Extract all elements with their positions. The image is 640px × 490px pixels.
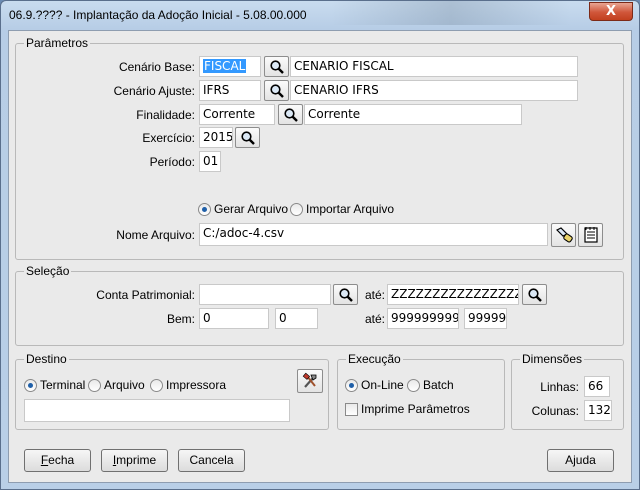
execucao-batch-radio[interactable] [407, 379, 420, 392]
linhas-label: Linhas: [540, 380, 579, 394]
configure-printer-button[interactable] [297, 369, 323, 393]
magnifier-icon [528, 288, 542, 302]
cenario-ajuste-input[interactable]: IFRS [199, 80, 261, 101]
destino-terminal-radio[interactable] [24, 379, 37, 392]
imprime-parametros-checkbox[interactable] [345, 403, 358, 416]
notepad-icon [584, 227, 598, 243]
exercicio-search-button[interactable] [235, 127, 260, 148]
exercicio-label: Exercício: [142, 131, 195, 145]
conta-to-search-button[interactable] [522, 284, 547, 305]
cenario-base-search-button[interactable] [264, 56, 289, 77]
dialog-body: Parâmetros Cenário Base: FISCAL CENARIO … [8, 30, 632, 483]
conta-patrimonial-label: Conta Patrimonial: [96, 288, 195, 302]
destino-impressora-radio[interactable] [150, 379, 163, 392]
exercicio-input[interactable]: 2015 [199, 127, 233, 148]
fecha-label-rest: echa [48, 453, 75, 467]
ajuda-button[interactable]: Ajuda [547, 449, 614, 472]
cenario-base-label: Cenário Base: [118, 60, 195, 74]
cenario-ajuste-description: CENARIO IFRS [290, 80, 578, 101]
imprime-button[interactable]: Imprime [101, 449, 168, 472]
magnifier-icon [241, 131, 255, 145]
colunas-label: Colunas: [531, 404, 579, 418]
finalidade-label: Finalidade: [136, 108, 195, 122]
conta-patrimonial-from-input[interactable] [199, 284, 331, 305]
title-glass [331, 1, 571, 25]
execucao-online-label[interactable]: On-Line [361, 378, 404, 392]
periodo-input[interactable]: 01 [199, 151, 221, 172]
cenario-base-description: CENARIO FISCAL [290, 56, 578, 77]
destino-terminal-label[interactable]: Terminal [40, 378, 85, 392]
imprime-label-rest: mprime [116, 453, 157, 467]
magnifier-icon [339, 288, 353, 302]
close-button[interactable]: X [589, 2, 633, 21]
destino-arquivo-label[interactable]: Arquivo [104, 378, 145, 392]
window-title: 06.9.???? - Implantação da Adoção Inicia… [9, 8, 307, 22]
bem-from-2-input[interactable]: 0 [275, 308, 318, 329]
periodo-label: Período: [149, 155, 195, 169]
nome-arquivo-input[interactable]: C:/adoc-4.csv [199, 223, 548, 246]
cenario-base-input[interactable]: FISCAL [199, 56, 261, 77]
bem-label: Bem: [166, 312, 195, 326]
finalidade-input[interactable]: Corrente [199, 104, 275, 125]
conta-patrimonial-to-input[interactable]: ZZZZZZZZZZZZZZZZ [387, 284, 519, 305]
execucao-legend: Execução [348, 352, 401, 366]
cenario-base-value: FISCAL [203, 59, 247, 73]
magnifier-icon [284, 108, 298, 122]
title-bar[interactable]: 06.9.???? - Implantação da Adoção Inicia… [1, 1, 639, 29]
dimensoes-legend: Dimensões [522, 352, 583, 366]
tools-icon [302, 372, 317, 388]
bem-from-1-input[interactable]: 0 [199, 308, 269, 329]
dialog-window: 06.9.???? - Implantação da Adoção Inicia… [0, 0, 640, 490]
selecao-group: Seleção [15, 264, 624, 346]
importar-arquivo-label[interactable]: Importar Arquivo [306, 202, 394, 216]
finalidade-search-button[interactable] [278, 104, 303, 125]
magnifier-icon [270, 60, 284, 74]
linhas-input[interactable]: 66 [584, 376, 610, 397]
cenario-ajuste-label: Cenário Ajuste: [113, 84, 195, 98]
colunas-input[interactable]: 132 [584, 400, 612, 421]
conta-from-search-button[interactable] [333, 284, 358, 305]
bem-to-1-input[interactable]: 999999999 [387, 308, 459, 329]
destino-arquivo-radio[interactable] [88, 379, 101, 392]
gerar-arquivo-label[interactable]: Gerar Arquivo [214, 202, 288, 216]
edit-file-button[interactable] [578, 223, 603, 247]
finalidade-description: Corrente [304, 104, 522, 125]
fecha-button[interactable]: Fecha [24, 449, 91, 472]
flashlight-icon [555, 227, 573, 243]
nome-arquivo-label: Nome Arquivo: [116, 228, 195, 242]
magnifier-icon [270, 84, 284, 98]
selecao-legend: Seleção [26, 264, 70, 278]
execucao-batch-label[interactable]: Batch [423, 378, 454, 392]
importar-arquivo-radio[interactable] [290, 203, 303, 216]
destino-input[interactable] [24, 399, 290, 422]
cancela-button[interactable]: Cancela [178, 449, 245, 472]
bem-to-2-input[interactable]: 99999 [464, 308, 507, 329]
destino-impressora-label[interactable]: Impressora [166, 378, 226, 392]
parametros-legend: Parâmetros [26, 36, 89, 50]
browse-file-button[interactable] [551, 223, 576, 247]
destino-legend: Destino [26, 352, 67, 366]
cenario-ajuste-search-button[interactable] [264, 80, 289, 101]
bem-ate-label: até: [365, 312, 386, 326]
imprime-parametros-label[interactable]: Imprime Parâmetros [361, 402, 470, 416]
gerar-arquivo-radio[interactable] [198, 203, 211, 216]
execucao-online-radio[interactable] [345, 379, 358, 392]
conta-ate-label: até: [365, 288, 386, 302]
